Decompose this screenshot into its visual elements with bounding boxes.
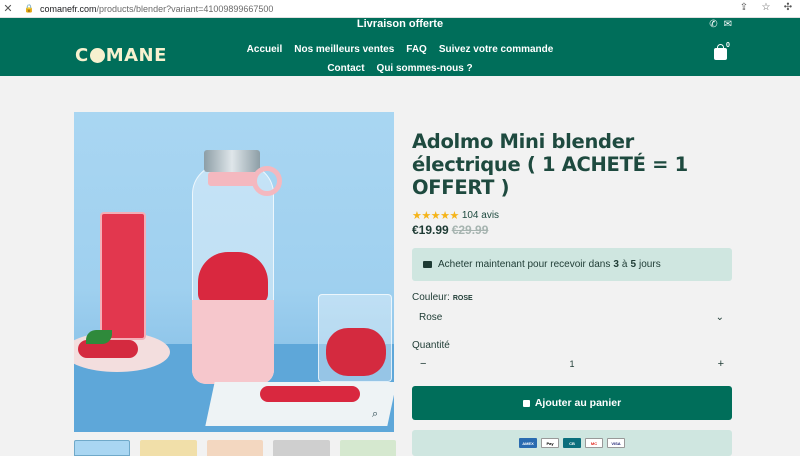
product-main-image[interactable]: ⌕ bbox=[74, 112, 394, 432]
apple-pay-icon: Pay bbox=[541, 438, 559, 448]
nav-contact[interactable]: Contact bbox=[327, 59, 364, 78]
nav-meilleurs-ventes[interactable]: Nos meilleurs ventes bbox=[294, 40, 394, 59]
site-header: Livraison offerte ✆ ✉ C MANE Accueil Nos … bbox=[0, 18, 800, 76]
chevron-down-icon: ⌄ bbox=[715, 312, 724, 323]
nav-qui-sommes-nous[interactable]: Qui sommes-nous ? bbox=[377, 59, 473, 78]
cb-icon: CB bbox=[563, 438, 581, 448]
color-label-text: Couleur: bbox=[412, 292, 450, 303]
image-bottle-base bbox=[192, 300, 274, 384]
quantity-input[interactable]: 1 bbox=[412, 359, 732, 369]
lock-icon[interactable]: 🔒 bbox=[24, 4, 34, 13]
shipping-text-pre: Acheter maintenant pour recevoir dans bbox=[438, 259, 611, 270]
thumbnail-strip bbox=[74, 440, 396, 456]
image-bottle-cap bbox=[204, 150, 260, 172]
shipping-from: 3 bbox=[613, 259, 619, 270]
truck-icon bbox=[423, 261, 432, 268]
image-bottle-handle bbox=[252, 166, 282, 196]
nav-suivez-commande[interactable]: Suivez votre commande bbox=[439, 40, 553, 59]
image-bottle-fruit bbox=[198, 252, 268, 304]
thumbnail[interactable] bbox=[339, 440, 396, 456]
color-select[interactable]: Rose ⌄ bbox=[412, 308, 732, 328]
price: €19.99 €29.99 bbox=[412, 223, 488, 237]
url-path: /products/blender?variant=41009899667500 bbox=[96, 3, 274, 14]
mastercard-icon: MC bbox=[585, 438, 603, 448]
star-icon[interactable]: ☆ bbox=[760, 2, 772, 13]
color-value: ROSE bbox=[452, 295, 473, 302]
shipping-text-mid: à bbox=[621, 259, 628, 270]
compare-price: €29.99 bbox=[451, 223, 489, 237]
review-count: 104 avis bbox=[461, 210, 500, 221]
image-bottle-ring bbox=[208, 172, 256, 186]
color-label: Couleur: ROSE bbox=[412, 292, 473, 303]
star-rating-icon: ★★★★★ bbox=[412, 210, 459, 222]
close-icon[interactable]: ✕ bbox=[0, 2, 16, 15]
nav-accueil[interactable]: Accueil bbox=[247, 40, 283, 59]
rating[interactable]: ★★★★★ 104 avis bbox=[412, 209, 499, 222]
nav-faq[interactable]: FAQ bbox=[406, 40, 427, 59]
share-icon[interactable]: ⇪ bbox=[738, 2, 750, 13]
payment-methods: AMEX Pay CB MC VISA bbox=[412, 430, 732, 456]
contact-icons: ✆ ✉ bbox=[709, 19, 732, 30]
thumbnail[interactable] bbox=[206, 440, 264, 456]
announcement-bar: Livraison offerte bbox=[356, 18, 444, 30]
main-nav: Accueil Nos meilleurs ventes FAQ Suivez … bbox=[240, 40, 560, 78]
thumbnail[interactable] bbox=[74, 440, 131, 456]
thumbnail[interactable] bbox=[140, 440, 197, 456]
zoom-icon[interactable]: ⌕ bbox=[372, 408, 378, 421]
image-juice-glass bbox=[100, 212, 146, 340]
visa-icon: VISA bbox=[607, 438, 625, 448]
cart-icon[interactable] bbox=[714, 44, 727, 60]
quantity-increase-button[interactable]: + bbox=[718, 358, 724, 370]
shipping-text-post: jours bbox=[639, 259, 661, 270]
logo[interactable]: C MANE bbox=[75, 45, 167, 66]
browser-bar: ✕ 🔒 comanefr.com/products/blender?varian… bbox=[0, 0, 800, 18]
thumbnail[interactable] bbox=[273, 440, 330, 456]
image-tray-berries bbox=[260, 386, 360, 402]
address-bar[interactable]: comanefr.com/products/blender?variant=41… bbox=[40, 4, 273, 14]
quantity-label: Quantité bbox=[412, 340, 450, 351]
phone-icon[interactable]: ✆ bbox=[709, 19, 717, 30]
bag-icon bbox=[522, 399, 530, 407]
shipping-to: 5 bbox=[630, 259, 637, 270]
image-strawberries bbox=[326, 328, 386, 376]
shipping-info: Acheter maintenant pour recevoir dans 3 … bbox=[412, 248, 732, 281]
cart-count: 0 bbox=[726, 42, 730, 49]
quantity-stepper: − 1 + bbox=[412, 356, 732, 376]
extensions-icon[interactable]: ✣ bbox=[782, 2, 794, 13]
image-mint-leaf bbox=[86, 330, 112, 344]
amex-icon: AMEX bbox=[519, 438, 537, 448]
color-select-value: Rose bbox=[419, 312, 443, 323]
logo-circle-icon bbox=[89, 48, 105, 63]
browser-actions: ⇪ ☆ ✣ bbox=[738, 2, 794, 13]
url-host: comanefr.com bbox=[40, 3, 97, 14]
mail-icon[interactable]: ✉ bbox=[724, 19, 732, 30]
add-to-cart-button[interactable]: Ajouter au panier bbox=[412, 386, 732, 420]
current-price: €19.99 bbox=[412, 223, 449, 237]
product-title: Adolmo Mini blender électrique ( 1 ACHET… bbox=[412, 130, 688, 199]
add-to-cart-label: Ajouter au panier bbox=[534, 397, 622, 409]
